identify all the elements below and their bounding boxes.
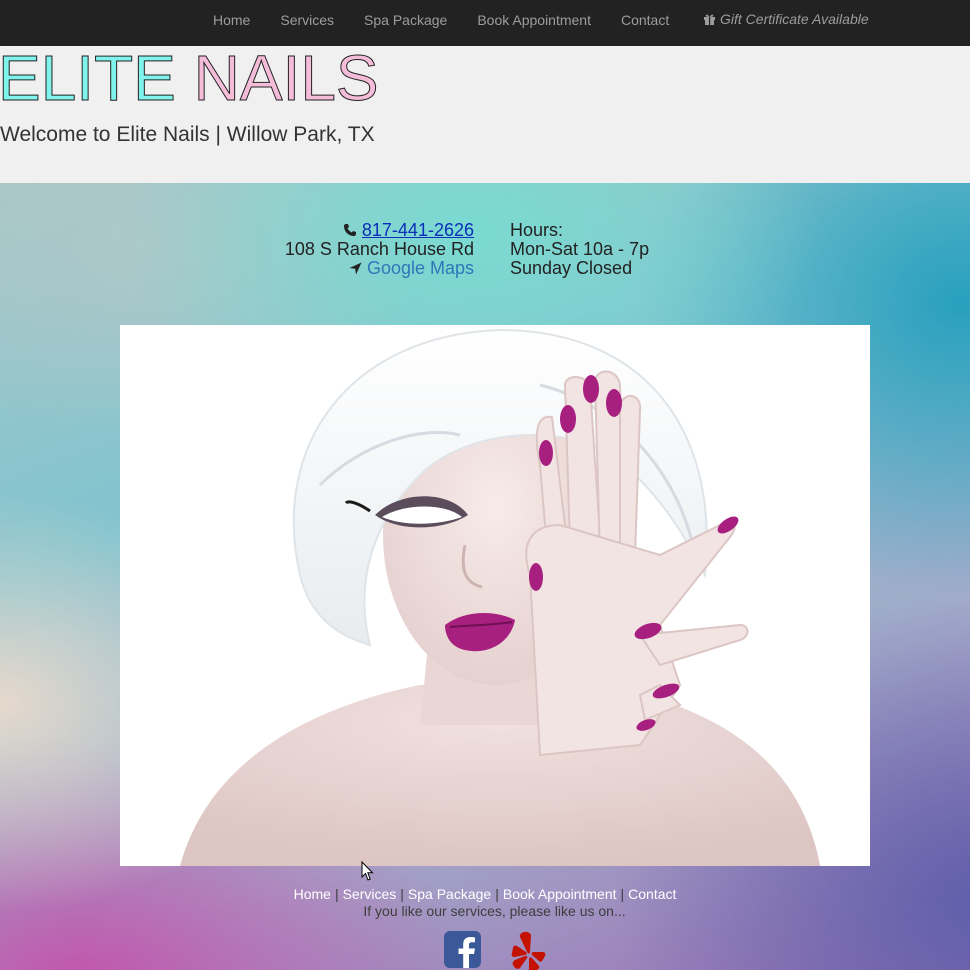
contact-info: 817-441-2626 108 S Ranch House Rd Google…: [220, 221, 474, 278]
phone-row: 817-441-2626: [220, 221, 474, 240]
nav-contact[interactable]: Contact: [606, 0, 684, 40]
top-navbar: Home Services Spa Package Book Appointme…: [0, 0, 970, 47]
logo-word-nails: NAILS: [193, 42, 379, 115]
gift-icon: [704, 14, 715, 25]
hero-section: 817-441-2626 108 S Ranch House Rd Google…: [0, 183, 970, 970]
location-arrow-icon: [349, 262, 362, 275]
hours-weekday: Mon-Sat 10a - 7p: [510, 239, 650, 259]
nav-book-appointment[interactable]: Book Appointment: [462, 0, 606, 40]
nav-services[interactable]: Services: [265, 0, 349, 40]
footer-link-home[interactable]: Home: [294, 886, 331, 902]
nav-home[interactable]: Home: [198, 0, 265, 40]
footer-link-spa-package[interactable]: Spa Package: [408, 886, 491, 902]
model-illustration: [120, 325, 870, 866]
footer-link-contact[interactable]: Contact: [628, 886, 676, 902]
yelp-icon[interactable]: [509, 931, 546, 970]
footer-separator: |: [400, 886, 404, 902]
welcome-tagline: Welcome to Elite Nails | Willow Park, TX: [0, 123, 375, 146]
maps-row: Google Maps: [220, 259, 474, 278]
footer-separator: |: [495, 886, 499, 902]
footer-separator: |: [620, 886, 625, 902]
phone-link[interactable]: 817-441-2626: [362, 220, 474, 240]
site-header: ELITE NAILS Welcome to Elite Nails | Wil…: [0, 42, 970, 183]
social-links: [444, 931, 546, 970]
nav-spa-package[interactable]: Spa Package: [349, 0, 462, 40]
footer-nav: Home | Services | Spa Package | Book Appointme…: [0, 886, 970, 902]
nav-menu: Home Services Spa Package Book Appointme…: [198, 0, 684, 40]
facebook-icon[interactable]: [444, 931, 481, 968]
mouse-cursor-icon: [361, 861, 374, 881]
google-maps-link[interactable]: Google Maps: [367, 258, 474, 278]
gift-certificate-label: Gift Certificate Available: [720, 11, 869, 27]
footer-link-book-appointment[interactable]: Book Appointment: [503, 886, 617, 902]
hours-sunday: Sunday Closed: [510, 258, 633, 278]
hours-title: Hours:: [510, 220, 564, 240]
logo-word-elite: ELITE: [0, 42, 176, 115]
business-hours: Hours: Mon-Sat 10a - 7p Sunday Closed: [510, 221, 649, 278]
footer-separator: |: [334, 886, 339, 902]
footer-link-services[interactable]: Services: [343, 886, 397, 902]
address-text: 108 S Ranch House Rd: [284, 239, 474, 259]
gift-certificate-link[interactable]: Gift Certificate Available: [703, 11, 869, 27]
phone-icon: [343, 224, 356, 236]
hero-photo: [120, 325, 870, 866]
site-logo[interactable]: ELITE NAILS: [0, 42, 379, 115]
like-us-text: If you like our services, please like us…: [363, 903, 626, 919]
